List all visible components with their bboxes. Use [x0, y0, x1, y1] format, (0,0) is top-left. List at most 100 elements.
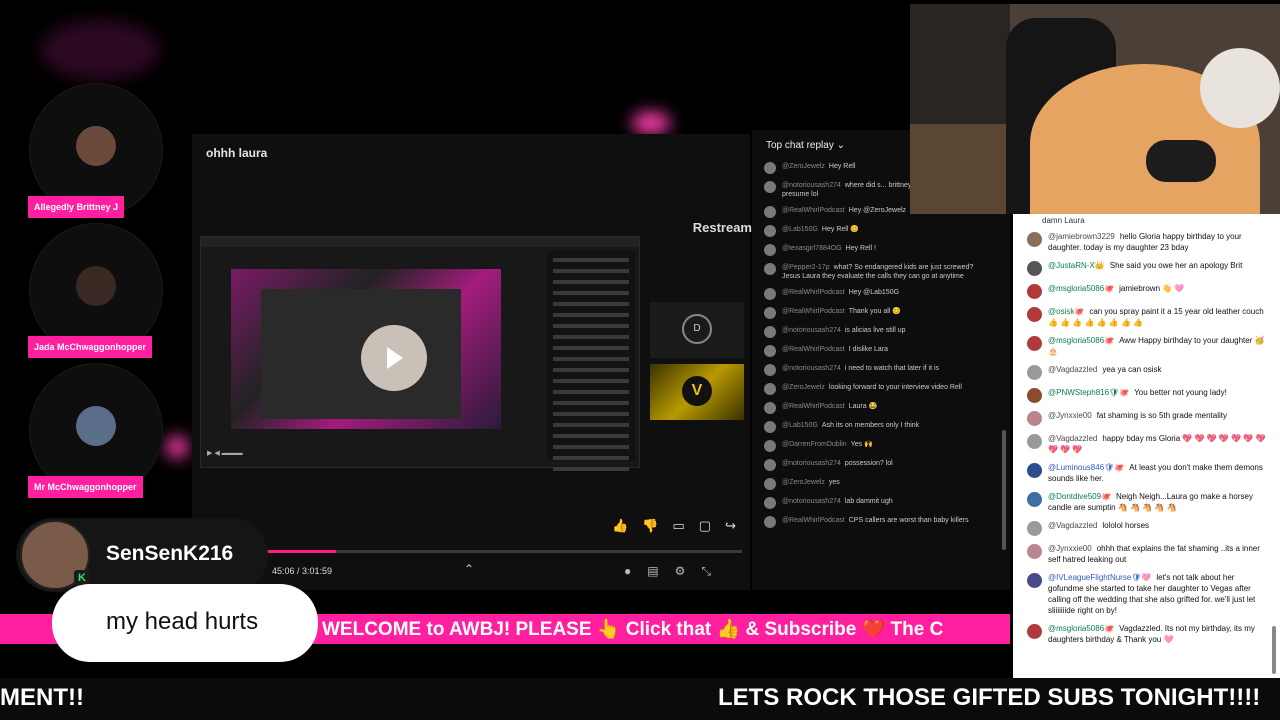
replay-message-text: @RealWhirlPodcast Thank you all 😊 [782, 307, 901, 316]
chat-username[interactable]: @JustaRN-X👑 [1048, 261, 1105, 270]
banner-text-right: LETS ROCK THOSE GIFTED SUBS TONIGHT!!!! [718, 684, 1261, 711]
chat-message-text: @jamiebrown3229 hello Gloria happy birthd… [1048, 231, 1268, 253]
replay-username[interactable]: @RealWhirlPodcast [782, 346, 845, 353]
scrollbar[interactable] [1272, 626, 1276, 674]
user-avatar[interactable] [1027, 544, 1042, 559]
chat-username[interactable]: @Vagdazzled [1048, 521, 1097, 530]
user-avatar[interactable] [1027, 411, 1042, 426]
user-avatar[interactable] [1027, 336, 1042, 351]
replay-message-body: yes [828, 479, 840, 486]
chat-username[interactable]: @msgloria5086🐙 [1048, 336, 1114, 345]
video-frame [261, 289, 461, 419]
replay-username[interactable]: @ZeroJewelz [782, 163, 825, 170]
replay-username[interactable]: @DarrenFromDublin [782, 441, 847, 448]
user-avatar [764, 206, 776, 218]
chat-icon[interactable]: ▢ [699, 518, 711, 534]
video-player[interactable]: ohhh laura Restream ▶ ◀ ▬▬▬ D V 👍 👎 ▭ ▢ … [192, 134, 752, 590]
comment-icon[interactable]: ▭ [673, 518, 685, 534]
dislike-icon[interactable]: 👎 [642, 518, 658, 534]
chat-message-text: @Jynxxie00 ohhh that explains the fat sha… [1048, 543, 1268, 565]
shared-screen: ▶ ◀ ▬▬▬ [200, 236, 640, 471]
user-avatar[interactable] [1027, 463, 1042, 478]
replay-chat-message: @notoriousash274 lab dammit ugh [764, 497, 992, 509]
replay-message-text: @Lab150G Hey Rell 😊 [782, 225, 859, 234]
chat-username[interactable]: @jamiebrown3229 [1048, 232, 1115, 241]
replay-username[interactable]: @notoriousash274 [782, 460, 841, 467]
record-icon[interactable]: ● [624, 564, 631, 579]
chat-message: @Jynxxie00 ohhh that explains the fat sha… [1027, 543, 1268, 565]
replay-message-body: Hey @Lab150G [848, 289, 900, 296]
replay-message-body: Thank you all 😊 [848, 308, 902, 315]
chat-username[interactable]: @msgloria5086🐙 [1048, 284, 1114, 293]
share-icon[interactable]: ↪ [725, 518, 736, 534]
user-avatar [764, 383, 776, 395]
replay-message-text: @RealWhirlPodcast Laura 😂 [782, 402, 877, 411]
chat-message: @JustaRN-X👑 She said you owe her an apolo… [1027, 260, 1268, 276]
chevron-down-icon[interactable]: ⌄ [837, 140, 845, 151]
replay-username[interactable]: @texasgirl7884OG [782, 245, 842, 252]
gear-icon[interactable]: ⚙ [675, 564, 686, 579]
scrollbar[interactable] [1002, 430, 1006, 550]
user-avatar[interactable] [1027, 284, 1042, 299]
user-avatar[interactable] [1027, 624, 1042, 639]
replay-username[interactable]: @ZeroJewelz [782, 479, 825, 486]
chat-username[interactable]: @Luminous846🛡🐙 [1048, 463, 1124, 472]
replay-username[interactable]: @RealWhirlPodcast [782, 289, 845, 296]
replay-message-text: @RealWhirlPodcast Hey @ZeroJewelz [782, 206, 906, 215]
replay-chat-message: @ZeroJewelz yes [764, 478, 992, 490]
chat-message-body: jamiebrown 👋 🩷 [1119, 284, 1185, 293]
user-avatar[interactable] [1027, 261, 1042, 276]
replay-username[interactable]: @Pepper2-17p [782, 264, 830, 271]
user-avatar[interactable] [1027, 492, 1042, 507]
user-avatar[interactable] [1027, 365, 1042, 380]
ticker-text: WELCOME to AWBJ! PLEASE 👆 Click that 👍 &… [322, 619, 944, 640]
chat-message-text: @Vagdazzled yea ya can osisk [1048, 364, 1268, 375]
video-title: ohhh laura [206, 146, 268, 160]
fullscreen-icon[interactable]: ⤡ [701, 564, 711, 579]
user-avatar[interactable] [1027, 307, 1042, 322]
replay-username[interactable]: @notoriousash274 [782, 498, 841, 505]
chat-username[interactable]: @Vagdazzled [1048, 365, 1097, 374]
chat-username[interactable]: @IVLeagueFlightNurse🛡🩷 [1048, 573, 1151, 582]
play-icon[interactable] [361, 325, 427, 391]
like-icon[interactable]: 👍 [612, 518, 628, 534]
replay-username[interactable]: @RealWhirlPodcast [782, 403, 845, 410]
replay-username[interactable]: @RealWhirlPodcast [782, 308, 845, 315]
replay-message-body: Ash its on members only I think [821, 422, 920, 429]
replay-username[interactable]: @RealWhirlPodcast [782, 207, 845, 214]
replay-username[interactable]: @notoriousash274 [782, 182, 841, 189]
chat-username[interactable]: @Vagdazzled [1048, 434, 1097, 443]
video-actions: 👍 👎 ▭ ▢ ↪ [612, 518, 736, 534]
replay-message-body: i need to watch that later if it is [844, 365, 940, 372]
user-avatar[interactable] [1027, 434, 1042, 449]
replay-username[interactable]: @Lab150G [782, 422, 818, 429]
chat-username[interactable]: @Jynxxie00 [1048, 411, 1092, 420]
chat-username[interactable]: @osisk🐙 [1048, 307, 1084, 316]
replay-chat-message: @DarrenFromDublin Yes 🙌 [764, 440, 992, 452]
chat-message-body: lololol horses [1102, 521, 1150, 530]
replay-username[interactable]: @notoriousash274 [782, 365, 841, 372]
replay-message-body: Laura 😂 [848, 403, 878, 410]
chat-username[interactable]: @Dontdive509🐙 [1048, 492, 1111, 501]
chat-username[interactable]: @Jynxxie00 [1048, 544, 1092, 553]
chevron-up-icon[interactable]: ⌃ [464, 562, 474, 576]
replay-username[interactable]: @RealWhirlPodcast [782, 517, 845, 524]
replay-message-body: I dislike Lara [848, 346, 889, 353]
replay-username[interactable]: @notoriousash274 [782, 327, 841, 334]
user-avatar[interactable] [1027, 573, 1042, 588]
subtitles-icon[interactable]: ▤ [647, 564, 658, 579]
replay-username[interactable]: @Lab150G [782, 226, 818, 233]
user-avatar[interactable] [1027, 232, 1042, 247]
chat-message: @Vagdazzled lololol horses [1027, 520, 1268, 536]
replay-username[interactable]: @ZeroJewelz [782, 384, 825, 391]
user-avatar[interactable] [1027, 521, 1042, 536]
user-avatar [764, 459, 776, 471]
progress-bar[interactable] [200, 550, 742, 553]
chat-username[interactable]: @PNWSteph816🛡🐙 [1048, 388, 1129, 397]
replay-chat-header[interactable]: Top chat replay ⌄ [766, 140, 845, 151]
chat-username[interactable]: @msgloria5086🐙 [1048, 624, 1114, 633]
replay-chat-message: @ZeroJewelz looking forward to your inter… [764, 383, 992, 395]
replay-message-body: Hey Rell [828, 163, 856, 170]
user-avatar[interactable] [1027, 388, 1042, 403]
replay-chat-message: @notoriousash274 is alicias live still up [764, 326, 992, 338]
